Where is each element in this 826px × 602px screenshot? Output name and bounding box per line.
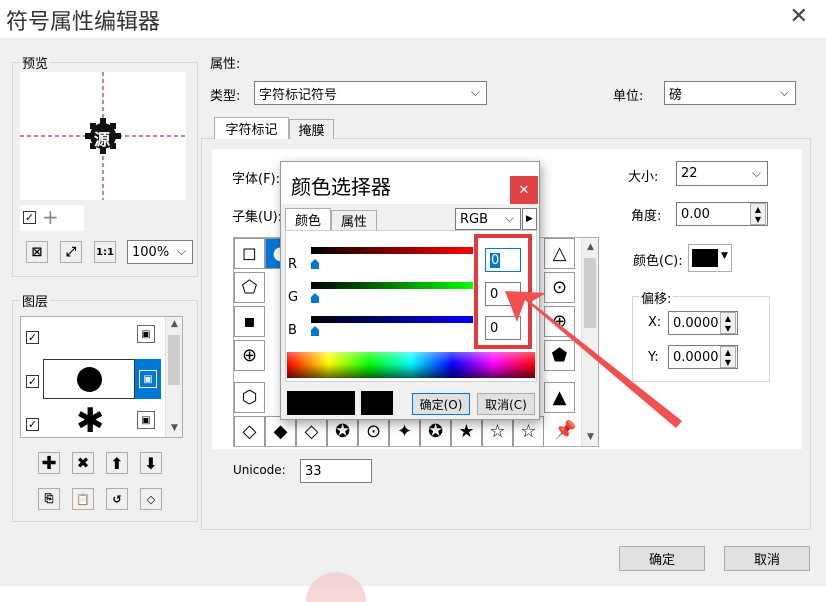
symbol-property-editor-window: 符号属性编辑器 ✕ 预览 源 ✓ + ⊠ ⤢ 1:1 100% ⌵ 图层 ✓ ▣… bbox=[0, 0, 826, 602]
annotation-arrow bbox=[505, 291, 682, 428]
